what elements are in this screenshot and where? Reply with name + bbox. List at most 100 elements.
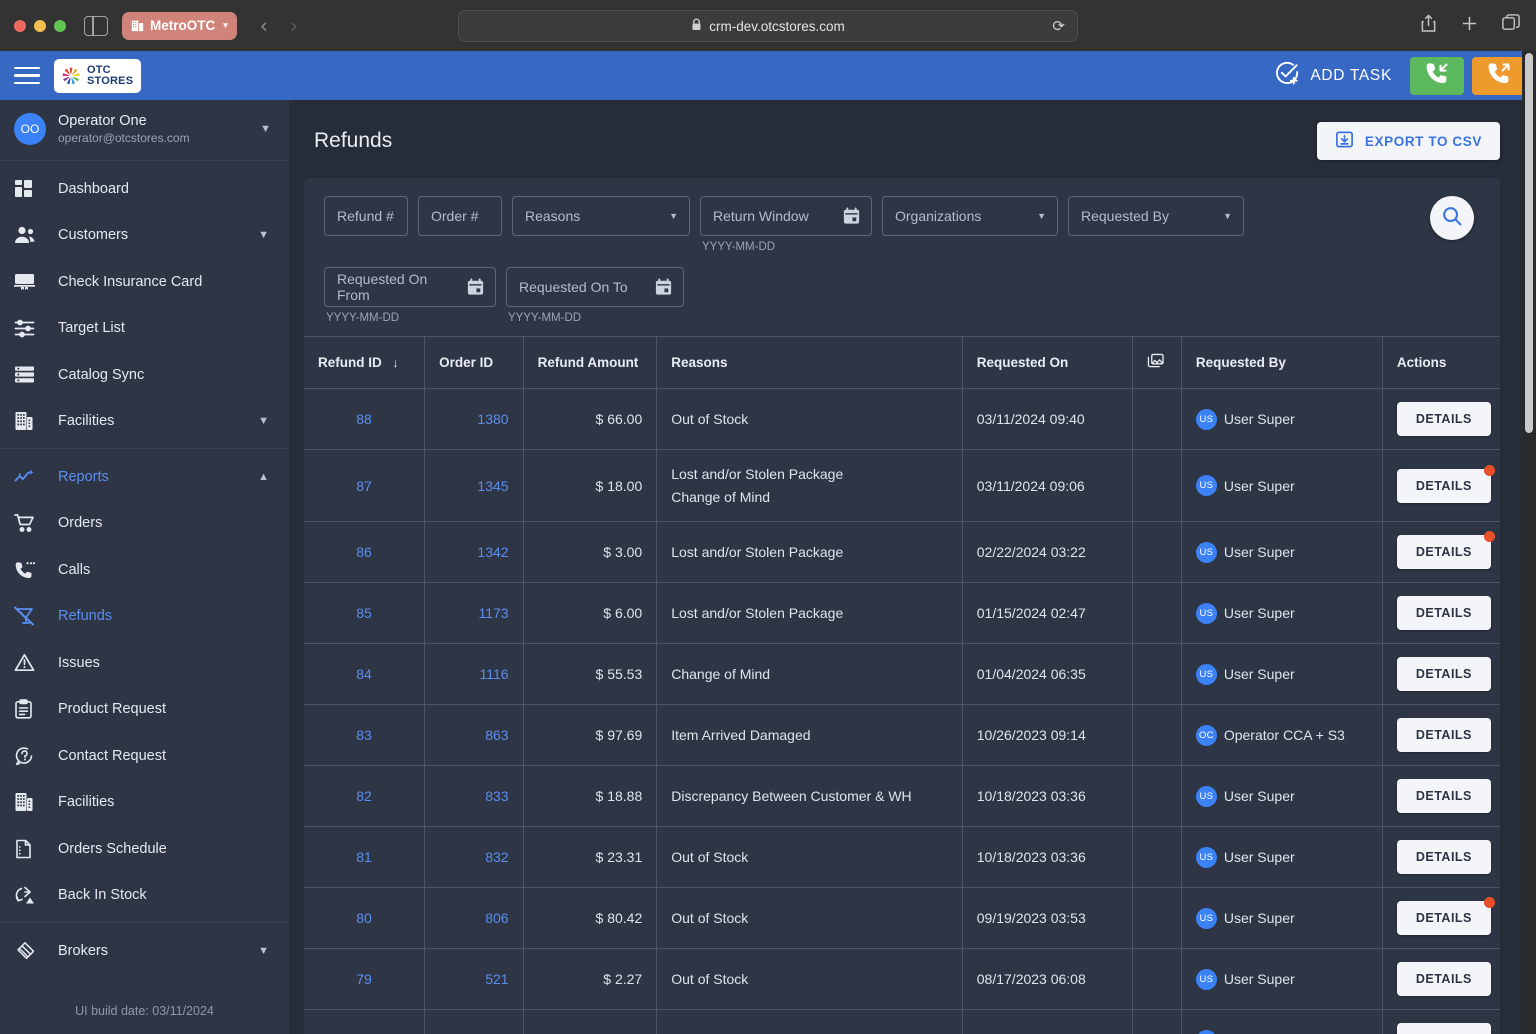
requested-on-to-datepicker[interactable]: Requested On To — [506, 267, 684, 307]
order-id-link[interactable]: 1116 — [480, 666, 509, 682]
details-button[interactable]: DETAILS — [1397, 718, 1491, 752]
outgoing-call-button[interactable] — [1472, 57, 1526, 95]
chevron-down-icon[interactable]: ▼ — [258, 415, 269, 427]
order-id-link[interactable]: 1342 — [477, 544, 508, 560]
sidebar-item-check-insurance-card[interactable]: Check Insurance Card — [0, 258, 289, 305]
chevron-down-icon[interactable]: ▼ — [258, 229, 269, 241]
close-window-button[interactable] — [14, 20, 26, 32]
chevron-down-icon[interactable]: ▼ — [1223, 211, 1232, 221]
details-button[interactable]: DETAILS — [1397, 596, 1491, 630]
sort-desc-arrow-icon[interactable]: ↓ — [393, 356, 399, 370]
refund-id-link[interactable]: 85 — [356, 605, 372, 621]
column-header-order-id[interactable]: Order ID — [425, 337, 523, 389]
sidebar-item-facilities-report[interactable]: Facilities — [0, 779, 289, 826]
sidebar-item-facilities[interactable]: Facilities ▼ — [0, 398, 289, 445]
tabs-icon[interactable] — [1502, 14, 1520, 37]
otc-stores-logo[interactable]: OTC STORES — [54, 59, 141, 93]
refund-id-link[interactable]: 79 — [356, 971, 372, 987]
chevron-down-icon[interactable]: ▼ — [669, 211, 678, 221]
refund-id-link[interactable]: 88 — [356, 411, 372, 427]
details-button[interactable]: DETAILS — [1397, 962, 1491, 996]
details-button[interactable]: DETAILS — [1397, 535, 1491, 569]
sidebar-item-product-request[interactable]: Product Request — [0, 686, 289, 733]
order-id-link[interactable]: 1380 — [477, 411, 508, 427]
sidebar-item-catalog-sync[interactable]: Catalog Sync — [0, 351, 289, 398]
sidebar-item-customers[interactable]: Customers ▼ — [0, 212, 289, 259]
minimize-window-button[interactable] — [34, 20, 46, 32]
order-id-link[interactable]: 1173 — [478, 605, 508, 621]
return-window-datepicker[interactable]: Return Window — [700, 196, 872, 236]
reload-icon[interactable]: ⟳ — [1052, 17, 1065, 35]
incoming-call-button[interactable] — [1410, 57, 1464, 95]
maximize-window-button[interactable] — [54, 20, 66, 32]
sidebar-item-target-list[interactable]: Target List — [0, 305, 289, 352]
order-id-link[interactable]: 863 — [485, 727, 508, 743]
refund-id-link[interactable]: 81 — [356, 849, 372, 865]
details-button[interactable]: DETAILS — [1397, 469, 1491, 503]
sidebar-item-refunds[interactable]: Refunds — [0, 593, 289, 640]
organizations-select[interactable]: Organizations ▼ — [882, 196, 1058, 236]
column-header-requested-on[interactable]: Requested On — [962, 337, 1132, 389]
sidebar-item-orders[interactable]: Orders — [0, 500, 289, 547]
sidebar-item-contact-request[interactable]: Contact Request — [0, 732, 289, 779]
chevron-up-icon[interactable]: ▲ — [258, 471, 269, 483]
sidebar-item-issues[interactable]: Issues — [0, 639, 289, 686]
calendar-icon[interactable] — [466, 277, 485, 300]
refund-id-link[interactable]: 83 — [356, 727, 372, 743]
refund-id-link[interactable]: 86 — [356, 544, 372, 560]
details-button[interactable]: DETAILS — [1397, 901, 1491, 935]
refund-id-link[interactable]: 82 — [356, 788, 372, 804]
forward-arrow-icon[interactable]: › — [279, 14, 309, 38]
back-arrow-icon[interactable]: ‹ — [249, 14, 279, 38]
order-id-link[interactable]: 833 — [485, 788, 508, 804]
refund-id-link[interactable]: 80 — [356, 910, 372, 926]
requested-on-from-datepicker[interactable]: Requested On From — [324, 267, 496, 307]
browser-tab-metrootc[interactable]: MetroOTC ▾ — [122, 12, 237, 40]
requested-by-user: USUser Super — [1196, 664, 1368, 685]
chevron-down-icon[interactable]: ▼ — [1037, 211, 1046, 221]
chevron-down-icon[interactable]: ▼ — [260, 123, 271, 135]
order-id-link[interactable]: 1345 — [477, 478, 508, 494]
sidebar-item-brokers[interactable]: Brokers ▼ — [0, 927, 289, 974]
refund-id-link[interactable]: 87 — [356, 478, 372, 494]
refund-id-link[interactable]: 84 — [356, 666, 372, 682]
share-icon[interactable] — [1420, 14, 1437, 38]
menu-hamburger-icon[interactable] — [14, 67, 40, 85]
sidebar-item-back-in-stock[interactable]: Back In Stock — [0, 872, 289, 919]
details-button[interactable]: DETAILS — [1397, 779, 1491, 813]
order-number-input[interactable]: Order # — [418, 196, 502, 236]
sidebar-item-orders-schedule[interactable]: Orders Schedule — [0, 825, 289, 872]
sidebar-user-profile[interactable]: OO Operator One operator@otcstores.com ▼ — [0, 100, 289, 161]
calendar-icon[interactable] — [654, 277, 673, 300]
chevron-down-icon[interactable]: ▼ — [258, 945, 269, 957]
order-id-link[interactable]: 521 — [485, 971, 508, 987]
chevron-down-icon[interactable]: ▾ — [223, 20, 228, 31]
column-header-refund-id[interactable]: Refund ID ↓ — [304, 337, 425, 389]
sidebar-item-dashboard[interactable]: Dashboard — [0, 165, 289, 212]
column-header-requested-by[interactable]: Requested By — [1181, 337, 1382, 389]
address-bar[interactable]: crm-dev.otcstores.com ⟳ — [458, 10, 1078, 42]
plus-icon[interactable] — [1461, 15, 1478, 37]
order-id-link[interactable]: 832 — [485, 849, 508, 865]
page-scrollbar[interactable] — [1522, 51, 1536, 1034]
requested-by-select[interactable]: Requested By ▼ — [1068, 196, 1244, 236]
search-button[interactable] — [1430, 196, 1474, 240]
refund-number-input[interactable]: Refund # — [324, 196, 408, 236]
order-id-link[interactable]: 806 — [485, 910, 508, 926]
sidebar-toggle-icon[interactable] — [84, 16, 108, 36]
column-header-reasons[interactable]: Reasons — [657, 337, 963, 389]
sidebar-item-calls[interactable]: Calls — [0, 546, 289, 593]
search-icon — [1441, 205, 1463, 232]
details-button[interactable]: DETAILS — [1397, 840, 1491, 874]
details-button[interactable]: DETAILS — [1397, 402, 1491, 436]
page-scrollbar-thumb[interactable] — [1525, 53, 1533, 433]
details-button[interactable]: DETAILS — [1397, 657, 1491, 691]
column-header-refund-amount[interactable]: Refund Amount — [523, 337, 657, 389]
calendar-icon[interactable] — [842, 206, 861, 229]
reasons-select[interactable]: Reasons ▼ — [512, 196, 690, 236]
details-button[interactable]: DETAILS — [1397, 1023, 1491, 1034]
export-to-csv-button[interactable]: EXPORT TO CSV — [1317, 122, 1500, 160]
add-task-button[interactable]: ADD TASK — [1275, 61, 1392, 91]
column-header-attachments[interactable] — [1132, 337, 1181, 389]
sidebar-item-reports[interactable]: Reports ▲ — [0, 453, 289, 500]
